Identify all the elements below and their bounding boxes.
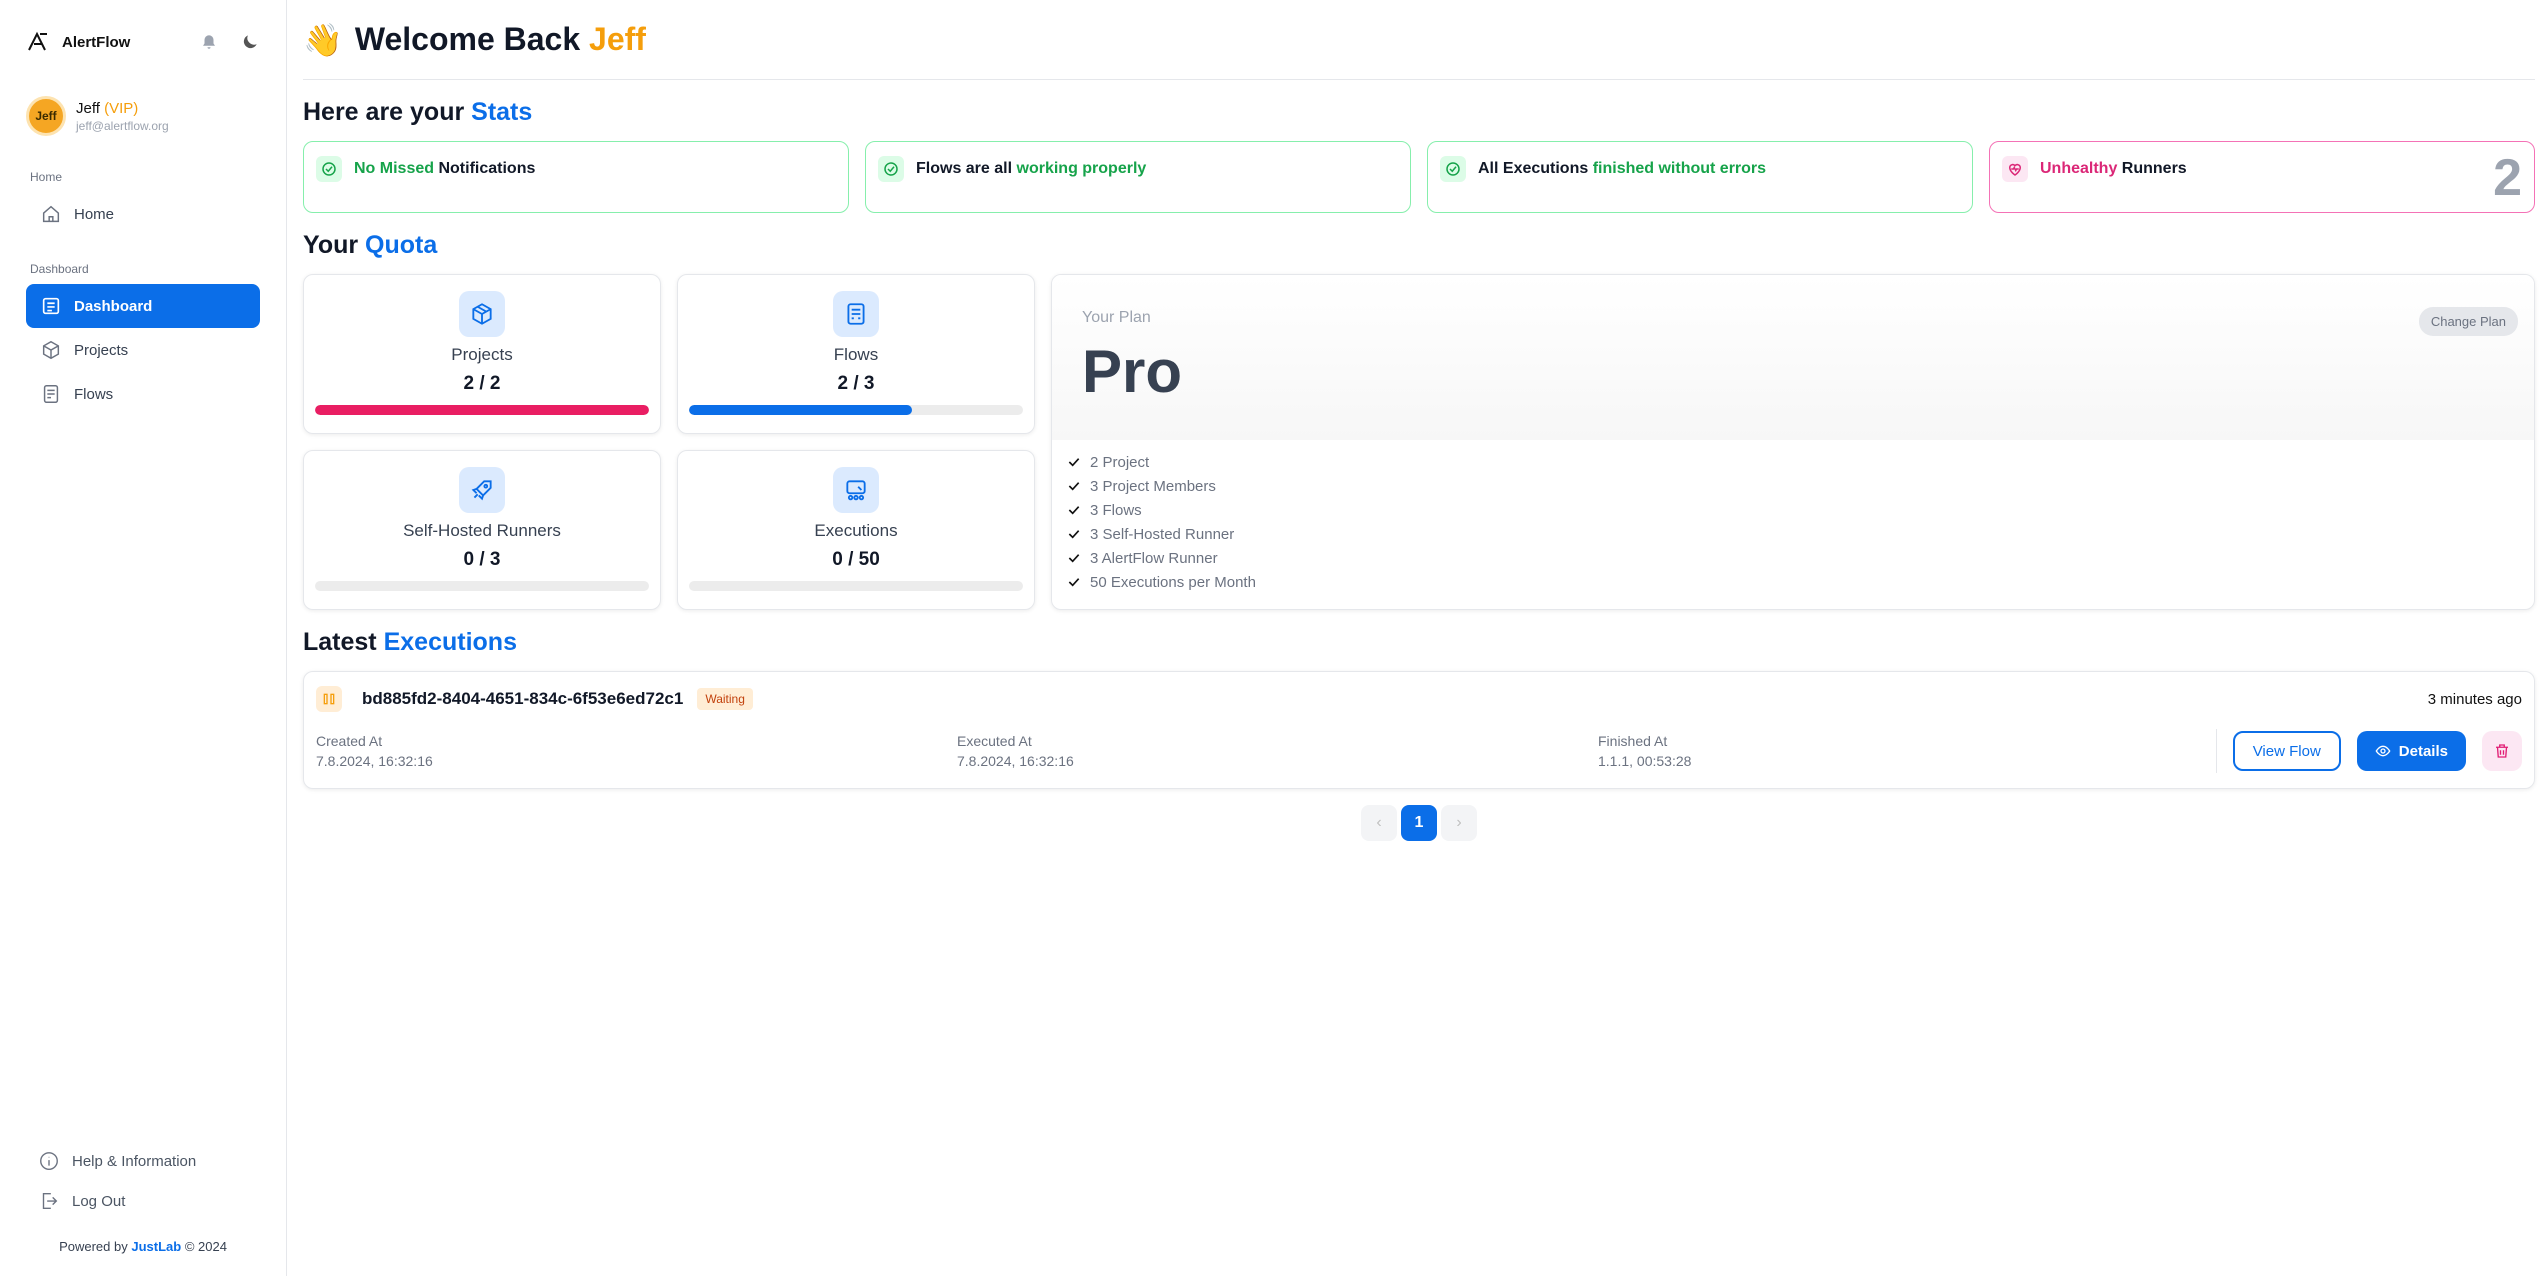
executions-heading: Latest Executions (303, 628, 517, 656)
pause-icon (316, 686, 342, 712)
view-flow-button[interactable]: View Flow (2232, 731, 2341, 771)
plan-name: Pro (1082, 338, 1183, 405)
wave-emoji: 👋 (303, 21, 343, 58)
plan-feature: 50 Executions per Month (1066, 570, 2520, 594)
box-icon (40, 339, 62, 361)
moon-icon[interactable] (240, 32, 260, 52)
executed-at: Executed At 7.8.2024, 16:32:16 (957, 733, 1074, 769)
flows-icon (833, 291, 879, 337)
quota-executions: Executions 0 / 50 (677, 450, 1035, 610)
alertflow-logo-icon (26, 30, 50, 54)
plan-feature: 3 Flows (1066, 498, 2520, 522)
welcome-name: Jeff (589, 21, 646, 57)
sidebar-item-dashboard[interactable]: Dashboard (26, 284, 260, 328)
unhealthy-runner-count: 2 (2493, 149, 2522, 207)
rocket-icon (459, 467, 505, 513)
quota-progress-bar (689, 405, 1023, 415)
change-plan-button[interactable]: Change Plan (2418, 307, 2518, 336)
finished-at: Finished At 1.1.1, 00:53:28 (1598, 733, 1692, 769)
stats-heading: Here are your Stats (303, 98, 533, 126)
user-name: Jeff (76, 99, 100, 117)
check-icon (1066, 526, 1082, 542)
plan-feature: 3 AlertFlow Runner (1066, 546, 2520, 570)
trash-icon (2493, 742, 2511, 760)
bell-icon[interactable] (200, 33, 218, 51)
delete-button[interactable] (2482, 731, 2522, 771)
logout-icon (38, 1190, 60, 1212)
user-email: jeff@alertflow.org (76, 118, 169, 133)
quota-runners: Self-Hosted Runners 0 / 3 (303, 450, 661, 610)
home-icon (40, 203, 62, 225)
eye-icon (2375, 743, 2391, 759)
heart-pulse-icon (2002, 156, 2028, 182)
stat-runners: Unhealthy Runners 2 (1989, 141, 2535, 213)
plan-feature: 3 Self-Hosted Runner (1066, 522, 2520, 546)
plan-eyebrow: Your Plan (1082, 309, 1151, 326)
page-1-button[interactable]: 1 (1401, 805, 1437, 841)
status-badge: Waiting (697, 688, 753, 710)
flows-icon (40, 383, 62, 405)
check-icon (1066, 454, 1082, 470)
sidebar-item-label: Projects (74, 341, 129, 359)
brand: AlertFlow (26, 0, 260, 84)
plan-card: Your Plan Pro Change Plan 2 Project 3 Pr… (1051, 274, 2535, 610)
avatar: Jeff (26, 96, 66, 136)
quota-progress-bar (315, 581, 649, 591)
app-name: AlertFlow (62, 33, 131, 51)
plan-features: 2 Project 3 Project Members 3 Flows 3 Se… (1052, 440, 2534, 604)
execution-row: bd885fd2-8404-4651-834c-6f53e6ed72c1 Wai… (303, 671, 2535, 789)
nav-section-dashboard: Dashboard (30, 262, 89, 276)
quota-progress-bar (315, 405, 649, 415)
sidebar-item-label: Flows (74, 385, 114, 403)
sidebar-item-home[interactable]: Home (26, 192, 260, 236)
check-badge-icon (878, 156, 904, 182)
created-at: Created At 7.8.2024, 16:32:16 (316, 733, 433, 769)
stat-executions: All Executions finished without errors (1427, 141, 1973, 213)
check-icon (1066, 502, 1082, 518)
help-label: Help & Information (72, 1152, 197, 1170)
executions-icon (833, 467, 879, 513)
check-badge-icon (1440, 156, 1466, 182)
logout-label: Log Out (72, 1192, 126, 1210)
sidebar-item-projects[interactable]: Projects (26, 328, 260, 372)
quota-heading: Your Quota (303, 231, 438, 259)
plan-feature: 3 Project Members (1066, 474, 2520, 498)
info-icon (38, 1150, 60, 1172)
justlab-link[interactable]: JustLab (131, 1239, 181, 1254)
prev-page-button[interactable]: ‹ (1361, 805, 1397, 841)
sidebar-item-label: Dashboard (74, 297, 153, 315)
quota-flows: Flows 2 / 3 (677, 274, 1035, 434)
check-badge-icon (316, 156, 342, 182)
powered-by: Powered by JustLab © 2024 (59, 1239, 227, 1254)
execution-time-ago: 3 minutes ago (2427, 690, 2522, 708)
next-page-button[interactable]: › (1441, 805, 1477, 841)
logout-link[interactable]: Log Out (26, 1181, 260, 1221)
execution-id: bd885fd2-8404-4651-834c-6f53e6ed72c1 (362, 689, 684, 708)
quota-progress-bar (689, 581, 1023, 591)
user-profile[interactable]: Jeff Jeff (VIP) jeff@alertflow.org (26, 88, 260, 144)
stat-flows: Flows are all working properly (865, 141, 1411, 213)
user-tier: (VIP) (104, 99, 139, 117)
nav-section-home: Home (30, 170, 63, 184)
plan-feature: 2 Project (1066, 450, 2520, 474)
dashboard-icon (40, 295, 62, 317)
sidebar-item-label: Home (74, 205, 115, 223)
main-content: 👋 Welcome Back Jeff Here are your Stats … (287, 0, 2547, 1276)
stat-notifications: No Missed Notifications (303, 141, 849, 213)
check-icon (1066, 478, 1082, 494)
pagination: ‹ 1 › (303, 805, 2535, 841)
check-icon (1066, 550, 1082, 566)
sidebar-item-flows[interactable]: Flows (26, 372, 260, 416)
details-button[interactable]: Details (2356, 731, 2466, 771)
help-link[interactable]: Help & Information (26, 1141, 260, 1181)
quota-projects: Projects 2 / 2 (303, 274, 661, 434)
box-icon (459, 291, 505, 337)
check-icon (1066, 574, 1082, 590)
page-title: 👋 Welcome Back Jeff (303, 0, 2535, 80)
sidebar: AlertFlow Jeff Jeff (VIP) jeff@alertflow… (0, 0, 287, 1276)
